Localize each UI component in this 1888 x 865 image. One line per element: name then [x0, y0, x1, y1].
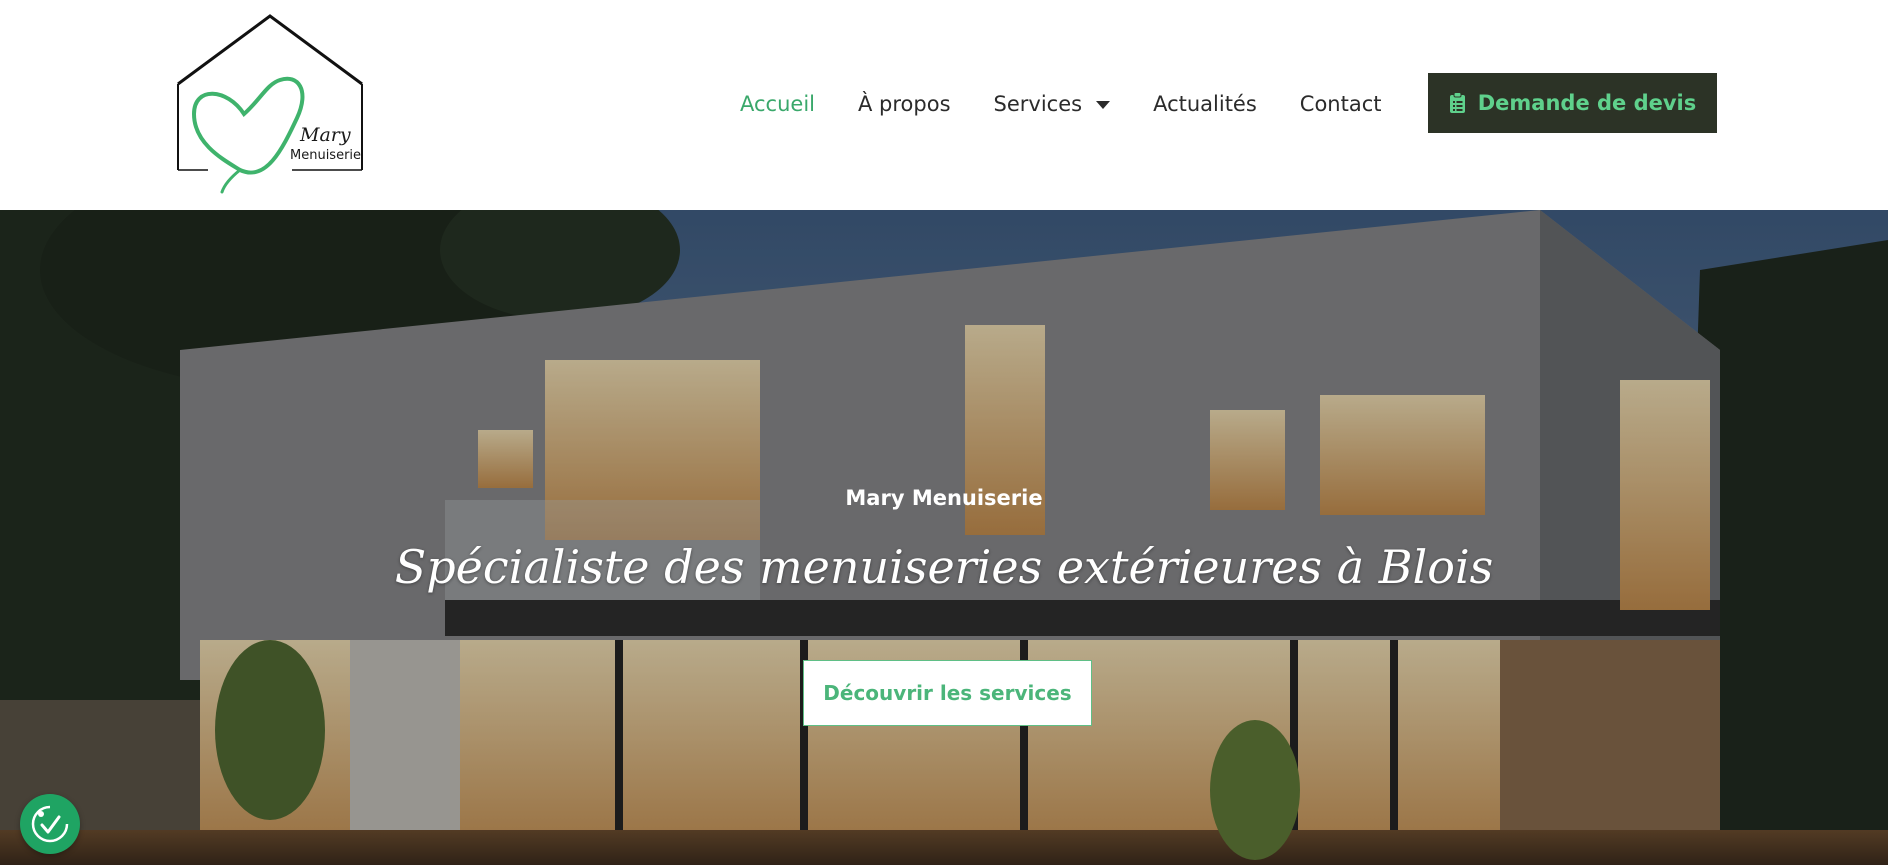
- quote-request-button[interactable]: Demande de devis: [1428, 73, 1717, 133]
- logo-house-heart-icon: [177, 14, 363, 194]
- logo[interactable]: Mary Menuiserie: [172, 10, 372, 196]
- accessibility-button[interactable]: [20, 794, 80, 854]
- nav-item-actualites[interactable]: Actualités: [1153, 92, 1257, 116]
- main-nav: Accueil À propos Services Actualités Con…: [740, 84, 1425, 124]
- hero-title: Spécialiste des menuiseries extérieures …: [394, 540, 1494, 594]
- hero-overlay: [0, 210, 1888, 865]
- site-header: Mary Menuiserie Accueil À propos Service…: [0, 0, 1888, 210]
- nav-item-services[interactable]: Services: [994, 92, 1111, 116]
- caret-down-icon[interactable]: [1096, 101, 1111, 109]
- accessibility-icon: [31, 805, 69, 843]
- quote-request-label: Demande de devis: [1477, 91, 1697, 115]
- hero-kicker: Mary Menuiserie: [845, 486, 1043, 510]
- discover-services-button[interactable]: Découvrir les services: [803, 660, 1092, 726]
- nav-item-services-label: Services: [993, 92, 1083, 116]
- nav-item-a-propos[interactable]: À propos: [858, 92, 951, 116]
- clipboard-icon: [1449, 92, 1466, 114]
- nav-item-accueil[interactable]: Accueil: [740, 92, 815, 116]
- nav-item-contact[interactable]: Contact: [1300, 92, 1382, 116]
- page: Mary Menuiserie Accueil À propos Service…: [0, 0, 1888, 865]
- hero-section: Mary Menuiserie Spécialiste des menuiser…: [0, 210, 1888, 865]
- logo-subtitle: Menuiserie: [290, 148, 362, 163]
- logo-name: Mary: [300, 124, 351, 146]
